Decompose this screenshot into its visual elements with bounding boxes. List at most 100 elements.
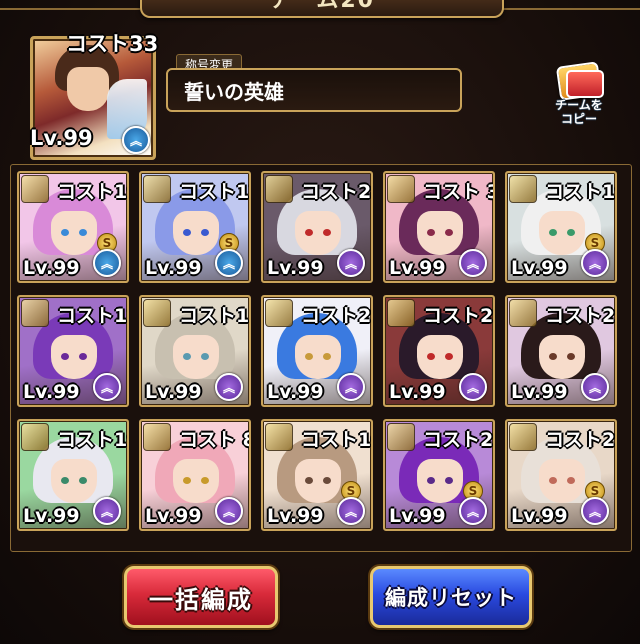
card-level: Lv.99 <box>267 505 324 527</box>
card-level: Lv.99 <box>267 381 324 403</box>
roster-card[interactable]: コスト12 Lv.99 ︽ <box>17 295 129 407</box>
card-cost: コスト12 <box>57 305 128 327</box>
character-eye <box>427 229 435 236</box>
card-cost: コスト25 <box>301 305 372 327</box>
rank-up-icon[interactable]: ︽ <box>337 373 365 401</box>
team-title: チーム20 <box>269 0 375 13</box>
roster-card[interactable]: コスト17 S Lv.99 ︽ <box>139 171 251 283</box>
character-face <box>417 459 463 503</box>
team-title-banner: チーム20 <box>140 0 504 18</box>
rank-up-icon[interactable]: ︽ <box>93 373 121 401</box>
card-cost: コスト21 <box>545 305 616 327</box>
card-level: Lv.99 <box>389 381 446 403</box>
roster-card[interactable]: コスト25 S Lv.99 ︽ <box>505 419 617 531</box>
character-eye <box>445 477 453 484</box>
character-face <box>51 335 97 379</box>
character-face <box>295 211 341 255</box>
roster-card[interactable]: コスト 8 Lv.99 ︽ <box>139 419 251 531</box>
character-face <box>539 211 585 255</box>
card-level: Lv.99 <box>145 505 202 527</box>
character-eye <box>427 353 435 360</box>
character-eye <box>183 353 191 360</box>
card-level: Lv.99 <box>511 257 568 279</box>
weapon-type-icon <box>387 299 415 327</box>
rank-up-icon[interactable]: ︽ <box>581 373 609 401</box>
leader-rank-up-icon[interactable]: ︽ <box>122 126 150 154</box>
weapon-type-icon <box>143 423 171 451</box>
rank-up-icon[interactable]: ︽ <box>93 249 121 277</box>
character-face <box>417 211 463 255</box>
character-face <box>51 211 97 255</box>
roster-card[interactable]: コスト19 Lv.99 ︽ <box>17 419 129 531</box>
weapon-type-icon <box>21 299 49 327</box>
card-level: Lv.99 <box>23 257 80 279</box>
rank-up-icon[interactable]: ︽ <box>459 249 487 277</box>
character-eye <box>61 477 69 484</box>
roster-card[interactable]: コスト24 Lv.99 ︽ <box>261 171 373 283</box>
weapon-type-icon <box>265 423 293 451</box>
roster-card[interactable]: コスト19 S Lv.99 ︽ <box>17 171 129 283</box>
card-cost: コスト25 <box>545 429 616 451</box>
roster-card[interactable]: コスト21 S Lv.99 ︽ <box>383 419 495 531</box>
weapon-type-icon <box>21 175 49 203</box>
character-face <box>173 211 219 255</box>
weapon-type-icon <box>509 175 537 203</box>
card-level: Lv.99 <box>389 257 446 279</box>
reset-formation-button[interactable]: 編成リセット <box>370 566 532 628</box>
title-change-field[interactable]: 誓いの英雄 <box>166 68 462 112</box>
rank-up-icon[interactable]: ︽ <box>581 249 609 277</box>
character-eye <box>183 229 191 236</box>
title-rule-right <box>500 8 640 10</box>
rank-up-icon[interactable]: ︽ <box>459 497 487 525</box>
leader-face <box>67 67 109 111</box>
copy-team-button[interactable]: チームを コピー <box>544 61 614 130</box>
rank-up-icon[interactable]: ︽ <box>93 497 121 525</box>
card-cost: コスト21 <box>423 305 494 327</box>
weapon-type-icon <box>509 299 537 327</box>
copy-team-label: チームを コピー <box>544 98 614 126</box>
character-eye <box>305 477 313 484</box>
weapon-type-icon <box>387 423 415 451</box>
rank-up-icon[interactable]: ︽ <box>215 249 243 277</box>
card-level: Lv.99 <box>389 505 446 527</box>
character-eye <box>61 353 69 360</box>
weapon-type-icon <box>265 299 293 327</box>
rank-up-icon[interactable]: ︽ <box>215 497 243 525</box>
character-eye <box>567 229 575 236</box>
rank-up-icon[interactable]: ︽ <box>215 373 243 401</box>
rank-up-icon[interactable]: ︽ <box>459 373 487 401</box>
bulk-formation-button[interactable]: 一括編成 <box>124 566 278 628</box>
card-cost: コスト19 <box>57 181 128 203</box>
rank-up-icon[interactable]: ︽ <box>581 497 609 525</box>
character-face <box>417 335 463 379</box>
character-face <box>173 335 219 379</box>
roster-card[interactable]: コスト19 S Lv.99 ︽ <box>505 171 617 283</box>
roster-card[interactable]: コスト21 Lv.99 ︽ <box>505 295 617 407</box>
weapon-type-icon <box>143 175 171 203</box>
character-eye <box>549 477 557 484</box>
card-level: Lv.99 <box>511 505 568 527</box>
card-cost: コスト 8 <box>179 429 251 451</box>
copy-team-label-line2: コピー <box>560 112 597 126</box>
roster-card[interactable]: コスト11 Lv.99 ︽ <box>139 295 251 407</box>
weapon-type-icon <box>509 423 537 451</box>
character-eye <box>201 477 209 484</box>
character-eye <box>61 229 69 236</box>
copy-team-label-line1: チームを <box>555 98 603 112</box>
rank-up-icon[interactable]: ︽ <box>337 497 365 525</box>
roster-card[interactable]: コスト10 S Lv.99 ︽ <box>261 419 373 531</box>
card-cost: コスト11 <box>179 305 250 327</box>
copy-doc-front-icon <box>566 70 604 98</box>
character-face <box>295 335 341 379</box>
character-face <box>295 459 341 503</box>
roster-card[interactable]: コスト25 Lv.99 ︽ <box>261 295 373 407</box>
roster-card[interactable]: コスト 3 Lv.99 ︽ <box>383 171 495 283</box>
character-eye <box>567 353 575 360</box>
leader-level: Lv.99 <box>30 126 93 150</box>
character-eye <box>305 353 313 360</box>
card-cost: コスト24 <box>301 181 372 203</box>
character-face <box>539 459 585 503</box>
roster-card[interactable]: コスト21 Lv.99 ︽ <box>383 295 495 407</box>
character-face <box>539 335 585 379</box>
rank-up-icon[interactable]: ︽ <box>337 249 365 277</box>
